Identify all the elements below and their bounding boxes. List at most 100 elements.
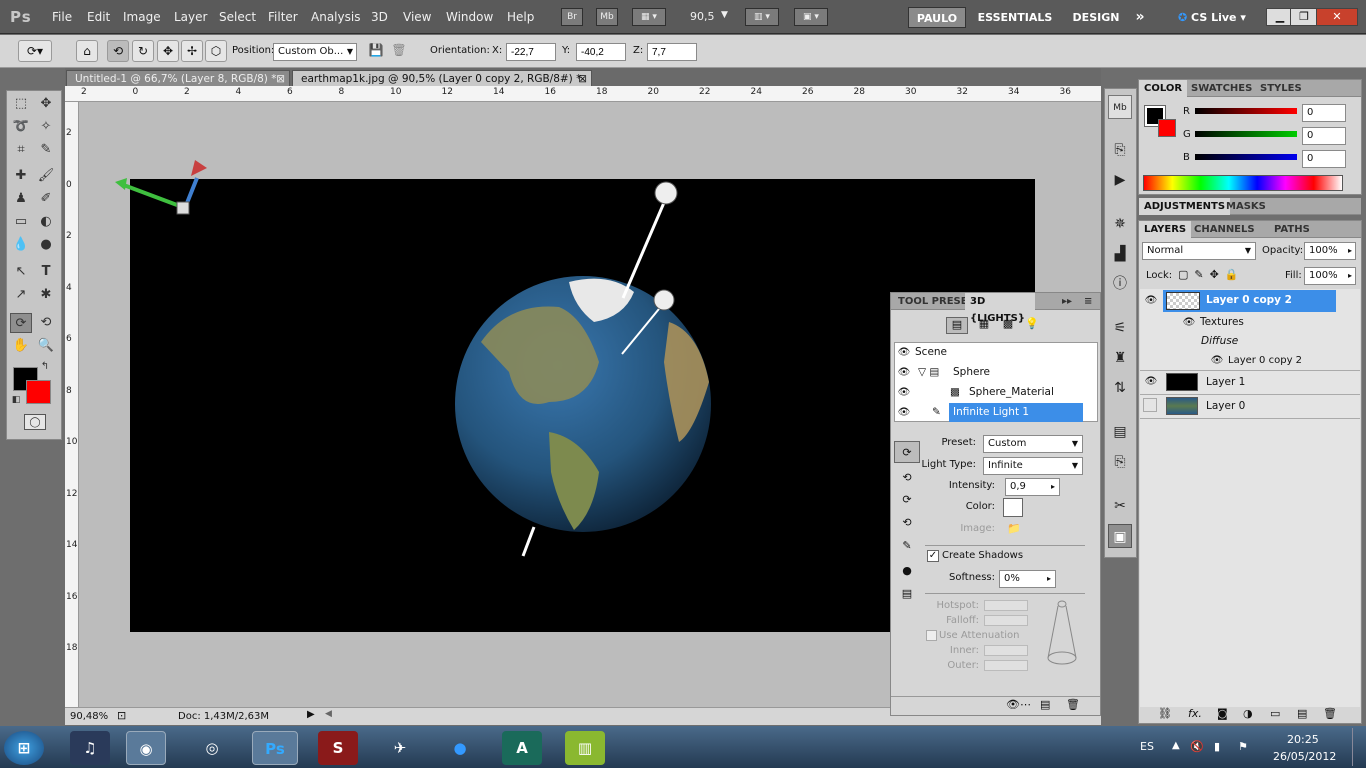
expand-triangle-icon[interactable]: ▽ ▤: [918, 363, 948, 382]
delete-layer-icon[interactable]: 🗑: [1323, 707, 1337, 720]
tab-untitled-1[interactable]: Untitled-1 @ 66,7% (Layer 8, RGB/8) * ⊠: [66, 70, 290, 87]
history-brush-tool-icon[interactable]: ✐: [35, 189, 57, 209]
satellite-app-icon[interactable]: ✈: [380, 731, 420, 765]
globe-app-icon[interactable]: ●: [440, 731, 480, 765]
filter-meshes-icon[interactable]: ▦: [973, 317, 995, 334]
clock-date[interactable]: 26/05/2012: [1273, 750, 1336, 763]
photoshop-taskbar-icon[interactable]: Ps: [252, 731, 298, 765]
eye-icon[interactable]: 👁: [896, 405, 912, 421]
tab-layers[interactable]: LAYERS: [1139, 221, 1192, 238]
clone-stamp-tool-icon[interactable]: ♟: [10, 189, 32, 209]
scene-item-sphere[interactable]: Sphere: [953, 363, 1083, 382]
navigator-icon[interactable]: ✵: [1108, 212, 1132, 236]
3d-axis-widget[interactable]: [115, 160, 207, 215]
hotspot-input[interactable]: [984, 600, 1028, 611]
eye-icon[interactable]: 👁: [896, 385, 912, 401]
eye-icon[interactable]: 👁: [1209, 353, 1225, 369]
b-input[interactable]: 0: [1302, 150, 1346, 168]
tab-styles[interactable]: STYLES: [1255, 80, 1307, 97]
zoom-tool-icon[interactable]: 🔍: [35, 336, 57, 356]
color-spectrum-ramp[interactable]: [1143, 175, 1343, 191]
cs-live-button[interactable]: ✪ CS Live ▾: [1178, 7, 1256, 28]
opacity-input[interactable]: 100% ▸: [1304, 242, 1356, 260]
light-type-select[interactable]: Infinite ▼: [983, 457, 1083, 475]
folder-icon[interactable]: 📁: [1007, 522, 1021, 535]
network-icon[interactable]: ▮: [1214, 740, 1220, 753]
orientation-x-input[interactable]: [506, 43, 556, 61]
use-attenuation-checkbox[interactable]: [926, 630, 937, 641]
slider-arrow-icon[interactable]: ▸: [1348, 268, 1352, 284]
path-selection-tool-icon[interactable]: ↖: [10, 262, 32, 282]
screen-mode-button[interactable]: ▣ ▾: [794, 8, 828, 26]
arrange-documents-button[interactable]: ▥ ▾: [745, 8, 779, 26]
restore-button[interactable]: ❐: [1290, 8, 1318, 26]
light-handle-icon[interactable]: [653, 289, 675, 311]
status-info-icon[interactable]: ⊡: [117, 709, 126, 722]
eye-icon[interactable]: 👁: [1181, 315, 1197, 331]
scene-item-sphere-material[interactable]: Sphere_Material: [969, 383, 1084, 402]
tool-preset-picker[interactable]: ⟳▾: [18, 40, 52, 62]
3d-camera-tool-icon[interactable]: ⟲: [35, 313, 57, 333]
slider-arrow-icon[interactable]: ▸: [1348, 243, 1352, 259]
link-layers-icon[interactable]: ⛓: [1158, 707, 1172, 720]
drag-light-icon[interactable]: ✥: [157, 40, 179, 62]
drag-light-tool-icon[interactable]: ⟳: [896, 489, 918, 511]
eye-icon[interactable]: 👁: [896, 345, 912, 361]
histogram-icon[interactable]: ▟: [1108, 242, 1132, 266]
language-indicator[interactable]: ES: [1140, 740, 1154, 753]
status-zoom[interactable]: 90,48%: [70, 711, 108, 722]
menu-filter[interactable]: Filter: [268, 10, 298, 24]
more-workspaces-button[interactable]: »: [1130, 7, 1150, 28]
lasso-tool-icon[interactable]: ➰: [10, 117, 32, 137]
r-input[interactable]: 0: [1302, 104, 1346, 122]
b-slider[interactable]: [1195, 154, 1297, 160]
orientation-y-input[interactable]: [576, 43, 626, 61]
layer-sub-diffuse[interactable]: Diffuse: [1201, 332, 1238, 351]
filter-lights-icon[interactable]: 💡: [1021, 317, 1043, 334]
minibridge-button[interactable]: Mb: [596, 8, 618, 26]
adjustment-layer-icon[interactable]: ◑: [1243, 707, 1253, 720]
brush-panel-icon[interactable]: ⚟: [1108, 316, 1132, 340]
scene-item-scene[interactable]: Scene: [915, 343, 1085, 362]
swap-colors-icon[interactable]: ↰: [38, 360, 52, 374]
return-to-initial-position-icon[interactable]: ⌂: [76, 40, 98, 62]
fill-input[interactable]: 100% ▸: [1304, 267, 1356, 285]
volume-icon[interactable]: 🔇: [1190, 740, 1204, 753]
position-select[interactable]: Custom Ob... ▼: [273, 43, 357, 61]
menu-file[interactable]: File: [52, 10, 72, 24]
rotate-light-icon[interactable]: ⟲: [107, 40, 129, 62]
tab-3d-lights[interactable]: 3D {LIGHTS}: [965, 293, 1035, 324]
slide-light-icon[interactable]: ✢: [181, 40, 203, 62]
rotate-light-tool-icon[interactable]: ⟳: [894, 441, 920, 463]
blur-tool-icon[interactable]: 💧: [10, 235, 32, 255]
clone-source-icon[interactable]: ♜: [1108, 346, 1132, 370]
bridge-button[interactable]: Br: [561, 8, 583, 26]
character-icon[interactable]: ▤: [1108, 420, 1132, 444]
falloff-input[interactable]: [984, 615, 1028, 626]
healing-brush-tool-icon[interactable]: ✚: [10, 166, 32, 186]
delete-light-icon[interactable]: 🗑: [1066, 698, 1080, 711]
slider-arrow-icon[interactable]: ▸: [1051, 479, 1055, 495]
slide-light-tool-icon[interactable]: ⟲: [896, 512, 918, 534]
direct-selection-tool-icon[interactable]: ↗: [10, 285, 32, 305]
toggle-ground-plane-icon[interactable]: 👁⋯: [1006, 698, 1031, 711]
brush-presets-icon[interactable]: ⇅: [1108, 376, 1132, 400]
magic-wand-tool-icon[interactable]: ✧: [35, 117, 57, 137]
inner-input[interactable]: [984, 645, 1028, 656]
panel-collapse-icon[interactable]: ▸▸: [1057, 293, 1077, 310]
light-color-swatch[interactable]: [1003, 498, 1023, 517]
menu-help[interactable]: Help: [507, 10, 534, 24]
save-position-icon[interactable]: 💾: [365, 40, 387, 62]
quick-mask-icon[interactable]: ◯: [24, 414, 46, 430]
clock-time[interactable]: 20:25: [1287, 733, 1319, 746]
blend-mode-select[interactable]: Normal ▼: [1142, 242, 1256, 260]
toggle-lights-icon[interactable]: ●: [896, 560, 918, 582]
type-tool-icon[interactable]: T: [35, 262, 57, 282]
filter-scene-icon[interactable]: ▤: [946, 317, 968, 334]
workspace-paulo[interactable]: PAULO: [908, 7, 966, 28]
close-tab-icon[interactable]: ⊠: [276, 71, 285, 87]
new-layer-icon[interactable]: ▤: [1297, 707, 1307, 720]
workspace-design[interactable]: DESIGN: [1068, 7, 1124, 28]
background-color-swatch[interactable]: [26, 380, 51, 404]
lock-icons[interactable]: ▢✎✥🔒: [1178, 268, 1245, 281]
